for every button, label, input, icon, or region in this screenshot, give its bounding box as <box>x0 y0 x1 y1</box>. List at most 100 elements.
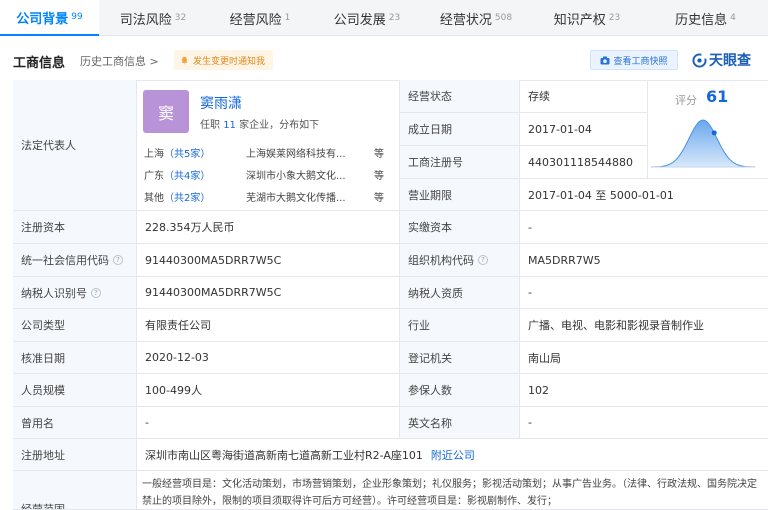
english-name-label: 英文名称 <box>400 407 520 439</box>
tab-label: 公司发展 <box>333 12 386 28</box>
staff-size-value: 100-499人 <box>137 374 400 407</box>
paid-capital-label: 实缴资本 <box>400 211 520 244</box>
region-item: 广东（共4家） <box>144 167 210 182</box>
tab-count: 23 <box>388 13 401 23</box>
score-value[interactable]: 61 <box>706 87 728 106</box>
region-company-link[interactable]: 芜湖市大鹅文化传播... <box>246 189 346 204</box>
insured-label: 参保人数 <box>400 374 520 407</box>
tab-count: 99 <box>71 12 83 22</box>
legal-rep-label: 法定代表人 <box>13 80 137 211</box>
reg-no-value: 440301118544880 <box>520 146 648 179</box>
distribution-curve <box>651 119 755 168</box>
tab-history[interactable]: 历史信息 4 <box>643 0 768 36</box>
company-type-value: 有限责任公司 <box>137 309 400 342</box>
org-code-value: MA5DRR7W5 <box>520 244 768 277</box>
help-icon[interactable]: ? <box>91 287 101 298</box>
scope-label: 经营范围 <box>21 503 65 510</box>
region-name: 广东 <box>144 171 164 182</box>
region-count[interactable]: （共2家） <box>164 193 210 204</box>
tab-count: 23 <box>608 13 621 23</box>
history-link[interactable]: 历史工商信息 > <box>80 53 159 69</box>
tab-label: 经营状况 <box>439 12 492 28</box>
brand-name: 天眼查 <box>709 53 751 69</box>
snapshot-button[interactable]: 查看工商快照 <box>590 50 678 70</box>
paid-capital-value: - <box>520 211 768 244</box>
region-count[interactable]: （共5家） <box>164 149 210 160</box>
camera-icon <box>600 56 610 64</box>
section-header: 工商信息 历史工商信息 > 发生变更时通知我 查看工商快照 天眼查 <box>0 44 768 74</box>
brand-logo: 天眼查 <box>692 50 751 70</box>
score-distribution-chart <box>651 119 755 168</box>
tab-count: 32 <box>174 13 187 23</box>
help-icon[interactable]: ? <box>478 255 488 265</box>
tab-bar: 公司背景 99 司法风险 32 经营风险 1 公司发展 23 经营状况 508 知识产权 2… <box>0 0 768 36</box>
tax-id-value: 91440300MA5DRR7W5C <box>137 277 400 309</box>
score-label: 评分 <box>675 94 697 107</box>
alert-label: 发生变更时通知我 <box>193 56 266 67</box>
tax-qual-label: 纳税人资质 <box>400 277 520 309</box>
org-code-label: 组织机构代码 <box>408 254 474 267</box>
industry-value: 广播、电视、电影和影视录音制作业 <box>520 309 768 342</box>
tab-judicial-risk[interactable]: 司法风险 32 <box>99 0 207 36</box>
avatar[interactable]: 窦 <box>143 90 189 133</box>
authority-value: 南山局 <box>520 342 768 374</box>
region-count[interactable]: （共4家） <box>164 171 210 182</box>
legal-rep-name[interactable]: 窦雨潇 <box>200 93 242 113</box>
former-name-value: - <box>137 407 400 439</box>
english-name-value: - <box>520 407 768 439</box>
summary-count[interactable]: 11 <box>223 120 236 131</box>
former-name-label: 曾用名 <box>13 407 137 439</box>
eye-logo-icon <box>692 52 707 68</box>
tab-label: 历史信息 <box>675 12 728 28</box>
region-etc: 等 <box>374 149 384 160</box>
region-item: 其他（共2家） <box>144 189 210 204</box>
address-value: 深圳市南山区粤海街道高新南七道高新工业村R2-A座101 <box>145 448 423 462</box>
nearby-companies-link[interactable]: 附近公司 <box>431 447 475 463</box>
tab-company-background[interactable]: 公司背景 99 <box>0 0 99 36</box>
staff-size-label: 人员规模 <box>13 374 137 407</box>
credit-code-label-cell: 统一社会信用代码? <box>13 244 137 277</box>
org-code-label-cell: 组织机构代码? <box>400 244 520 277</box>
bell-icon <box>181 56 188 65</box>
tab-count: 4 <box>730 13 736 23</box>
tax-id-label: 纳税人识别号 <box>21 286 87 300</box>
tab-label: 司法风险 <box>119 12 172 28</box>
industry-label: 行业 <box>400 309 520 342</box>
summary-prefix: 任职 <box>200 120 220 131</box>
tax-qual-value: - <box>520 277 768 309</box>
capital-label: 注册资本 <box>13 211 137 244</box>
legal-rep-summary: 任职 11 家企业，分布如下 <box>200 116 319 131</box>
term-value: 2017-01-04 至 5000-01-01 <box>520 179 768 211</box>
help-icon[interactable]: ? <box>113 255 123 265</box>
scope-value: 一般经营项目是：文化活动策划，市场营销策划，企业形象策划；礼仪服务；影视活动策划… <box>142 479 757 507</box>
tab-intellectual-property[interactable]: 知识产权 23 <box>531 0 643 36</box>
tab-company-development[interactable]: 公司发展 23 <box>313 0 421 36</box>
scope-label-cell: 经营范围 <box>13 471 137 510</box>
credit-code-label: 统一社会信用代码 <box>21 254 109 267</box>
section-title: 工商信息 <box>13 56 66 71</box>
address-label: 注册地址 <box>13 439 137 471</box>
score-marker <box>711 130 717 136</box>
change-alert-button[interactable]: 发生变更时通知我 <box>174 50 274 70</box>
region-etc: 等 <box>374 171 384 182</box>
region-item: 上海（共5家） <box>144 145 210 160</box>
approved-date-value: 2020-12-03 <box>137 342 400 374</box>
region-name: 其他 <box>144 193 164 204</box>
tab-label: 公司背景 <box>16 11 69 27</box>
status-label: 经营状态 <box>400 80 520 113</box>
reg-no-label: 工商注册号 <box>400 146 520 179</box>
tab-label: 经营风险 <box>229 12 282 28</box>
region-company-link[interactable]: 上海娱莱网络科技有... <box>246 145 346 160</box>
summary-suffix: 家企业，分布如下 <box>239 120 320 131</box>
insured-value: 102 <box>520 374 768 407</box>
tab-operation-risk[interactable]: 经营风险 1 <box>207 0 313 36</box>
tax-id-label-cell: 纳税人识别号? <box>13 277 137 309</box>
address-cell: 深圳市南山区粤海街道高新南七道高新工业村R2-A座101 附近公司 <box>137 439 768 471</box>
authority-label: 登记机关 <box>400 342 520 374</box>
tab-operation-status[interactable]: 经营状况 508 <box>421 0 531 36</box>
company-type-label: 公司类型 <box>13 309 137 342</box>
capital-value: 228.354万人民币 <box>137 211 400 244</box>
region-company-link[interactable]: 深圳市小象大鹅文化... <box>246 167 346 182</box>
region-etc: 等 <box>374 193 384 204</box>
founded-label: 成立日期 <box>400 113 520 146</box>
